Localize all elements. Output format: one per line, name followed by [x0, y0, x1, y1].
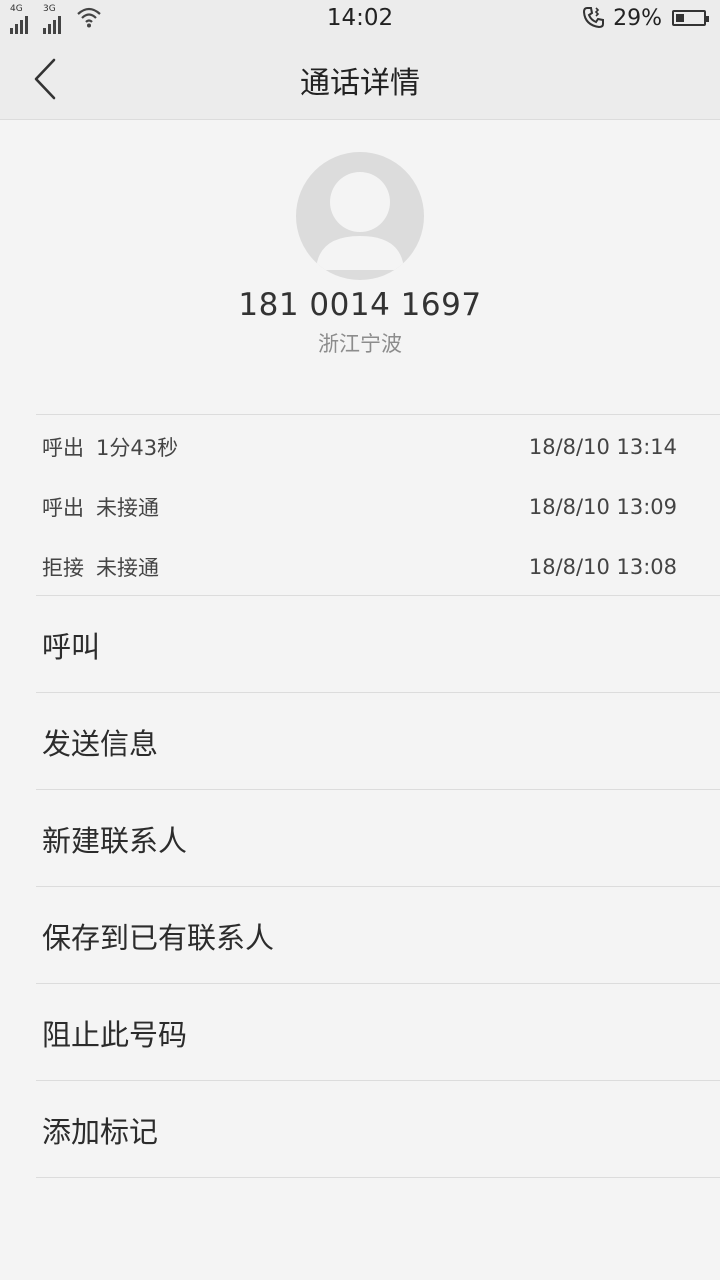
number-location: 浙江宁波 — [318, 332, 402, 356]
battery-level-fill — [676, 14, 684, 22]
call-detail: 未接通 — [96, 556, 159, 580]
person-placeholder-icon — [316, 172, 404, 270]
call-vibrate-icon — [583, 7, 605, 29]
call-action[interactable]: 呼叫 — [0, 596, 720, 693]
call-detail: 未接通 — [96, 496, 159, 520]
divider — [36, 414, 720, 415]
battery-percent: 29% — [613, 5, 662, 31]
send-message-label: 发送信息 — [42, 727, 159, 761]
battery-icon — [672, 10, 709, 26]
call-time: 18/8/10 13:08 — [528, 555, 677, 579]
call-log-row: 拒接 未接通 18/8/10 13:08 — [42, 552, 677, 582]
add-tag-label: 添加标记 — [42, 1115, 159, 1149]
new-contact-label: 新建联系人 — [42, 824, 188, 858]
call-type: 呼出 — [42, 436, 84, 460]
call-time: 18/8/10 13:14 — [528, 435, 677, 459]
call-action-label: 呼叫 — [42, 630, 101, 664]
add-tag-action[interactable]: 添加标记 — [0, 1081, 720, 1178]
save-to-existing-contact-label: 保存到已有联系人 — [42, 921, 275, 955]
call-log-row: 呼出 未接通 18/8/10 13:09 — [42, 492, 677, 522]
divider — [36, 1177, 720, 1178]
send-message-action[interactable]: 发送信息 — [0, 693, 720, 790]
save-to-existing-contact-action[interactable]: 保存到已有联系人 — [0, 887, 720, 984]
header: 通话详情 — [0, 38, 720, 120]
call-type: 呼出 — [42, 496, 84, 520]
block-number-label: 阻止此号码 — [42, 1018, 188, 1052]
status-bar: 4G 3G 14:02 29% — [0, 0, 720, 38]
new-contact-action[interactable]: 新建联系人 — [0, 790, 720, 887]
call-type: 拒接 — [42, 556, 84, 580]
call-log-row: 呼出 1分43秒 18/8/10 13:14 — [42, 432, 677, 462]
block-number-action[interactable]: 阻止此号码 — [0, 984, 720, 1081]
phone-number: 181 0014 1697 — [238, 287, 482, 323]
call-detail: 1分43秒 — [96, 436, 179, 460]
avatar — [296, 152, 424, 280]
page-title: 通话详情 — [300, 66, 420, 101]
call-time: 18/8/10 13:09 — [528, 495, 677, 519]
